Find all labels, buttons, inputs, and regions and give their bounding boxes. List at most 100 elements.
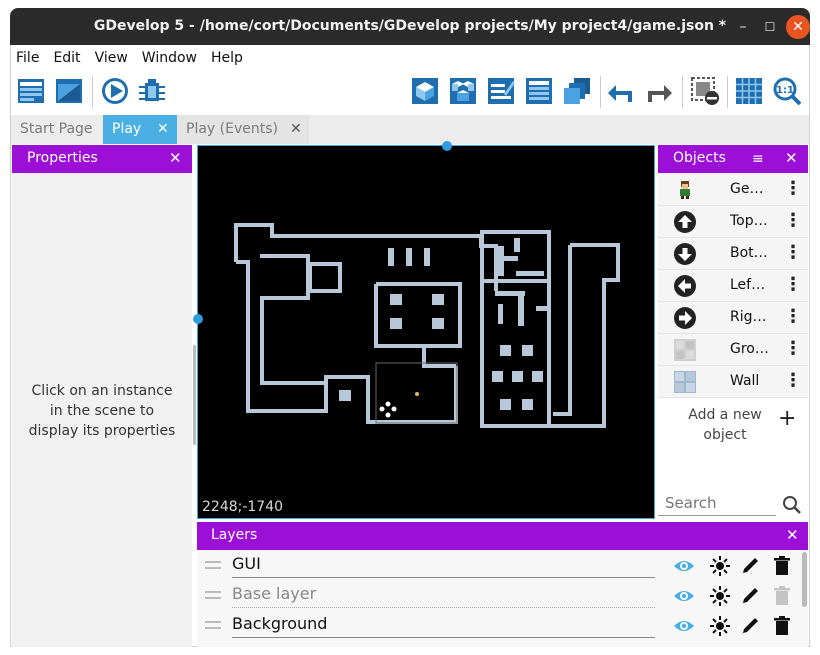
edit-pencil-icon[interactable] [740, 616, 762, 636]
object-name: Bot… [730, 245, 768, 261]
add-icon[interactable]: + [778, 406, 796, 431]
more-vert-icon[interactable]: ⋮ [784, 274, 802, 295]
delete-trash-icon [774, 586, 790, 605]
properties-close-icon[interactable]: ✕ [169, 149, 182, 167]
grid-icon[interactable] [734, 76, 764, 106]
visibility-eye-icon[interactable] [673, 556, 695, 576]
layers-list: GUI Base layer Background [197, 550, 808, 647]
object-item-right[interactable]: Rig… ⋮ [658, 302, 808, 334]
menu-edit[interactable]: Edit [53, 50, 80, 68]
object-name: Ge… [730, 181, 764, 197]
visibility-eye-icon[interactable] [673, 586, 695, 606]
more-vert-icon[interactable]: ⋮ [784, 242, 802, 263]
tab-play-events[interactable]: Play (Events) ✕ [177, 115, 309, 144]
window-title: GDevelop 5 - /home/cort/Documents/GDevel… [93, 18, 727, 34]
object-editor-icon[interactable] [410, 76, 440, 106]
svg-text:1:1: 1:1 [776, 85, 794, 96]
wall-pillar [536, 306, 548, 311]
wall-segment [260, 254, 326, 385]
ground-block [492, 371, 503, 382]
zoom-1to1-icon[interactable]: 1:1 [772, 76, 802, 106]
scene-canvas[interactable]: 2248;-1740 [197, 145, 655, 519]
lighting-icon[interactable] [709, 556, 731, 576]
object-item-ground[interactable]: Gro… ⋮ [658, 334, 808, 366]
more-vert-icon[interactable]: ⋮ [784, 306, 802, 327]
wall-pillar [498, 256, 518, 261]
arrow-down-icon [674, 243, 696, 265]
properties-title: Properties [27, 150, 98, 166]
object-item-bottom[interactable]: Bot… ⋮ [658, 238, 808, 270]
wall-pillar [388, 248, 394, 266]
tab-play-events-close-icon[interactable]: ✕ [290, 115, 302, 144]
resize-handle-left[interactable] [193, 314, 203, 324]
layers-close-icon[interactable]: ✕ [786, 526, 799, 544]
objects-list: Ge… ⋮ Top… ⋮ Bot… ⋮ Lef… ⋮ Rig… ⋮ Gro… ⋮ [658, 174, 808, 398]
maximize-button[interactable]: ☐ [758, 15, 782, 39]
objects-close-icon[interactable]: ✕ [785, 149, 798, 167]
more-vert-icon[interactable]: ⋮ [784, 178, 802, 199]
visibility-eye-icon[interactable] [673, 616, 695, 636]
add-object-button[interactable]: Add a new object + [658, 398, 808, 448]
object-item-left[interactable]: Lef… ⋮ [658, 270, 808, 302]
ground-block [532, 371, 543, 382]
object-groups-icon[interactable] [448, 76, 478, 106]
menu-help[interactable]: Help [211, 50, 243, 68]
ground-block [339, 390, 351, 401]
tab-start-page[interactable]: Start Page [11, 115, 103, 144]
layers-scrollbar[interactable] [802, 552, 807, 607]
resize-handle-top[interactable] [442, 141, 452, 151]
scene-editor-icon[interactable] [54, 76, 84, 106]
drag-handle-icon[interactable] [205, 561, 221, 569]
object-item-wall[interactable]: Wall ⋮ [658, 366, 808, 398]
wall-segment [553, 245, 572, 416]
delete-trash-icon[interactable] [771, 616, 793, 636]
ground-block [500, 399, 511, 410]
debugger-bug-icon[interactable] [137, 76, 167, 106]
drag-handle-icon[interactable] [205, 591, 221, 599]
layer-name-field[interactable]: GUI [232, 554, 655, 578]
clear-selection-icon[interactable] [690, 76, 720, 106]
preview-play-icon[interactable] [100, 76, 130, 106]
close-window-button[interactable]: ✕ [786, 15, 810, 39]
layer-name-field[interactable]: Background [232, 614, 655, 638]
lighting-icon[interactable] [709, 586, 731, 606]
wall-tile-icon [674, 371, 696, 393]
objects-title: Objects [673, 150, 726, 166]
menu-file[interactable]: File [16, 50, 39, 68]
project-manager-icon[interactable] [16, 76, 46, 106]
search-icon[interactable] [782, 495, 802, 515]
delete-trash-icon[interactable] [771, 556, 793, 576]
toolbar-separator [92, 76, 93, 108]
tab-play-close-icon[interactable]: ✕ [157, 115, 169, 144]
tab-play-events-label: Play (Events) [186, 121, 278, 137]
minimize-button[interactable]: – [731, 15, 755, 39]
more-vert-icon[interactable]: ⋮ [784, 338, 802, 359]
properties-empty-message: Click on an instance in the scene to dis… [28, 383, 176, 439]
redo-icon[interactable] [644, 76, 674, 106]
player-character [415, 392, 419, 396]
tab-play[interactable]: Play ✕ [103, 115, 177, 144]
menu-view[interactable]: View [95, 50, 128, 68]
menu-window[interactable]: Window [142, 50, 197, 68]
drag-handle-icon[interactable] [205, 621, 221, 629]
panel-splitter[interactable] [193, 345, 196, 445]
level-layout [234, 223, 620, 428]
layer-name-field[interactable]: Base layer [232, 584, 655, 608]
object-item-general[interactable]: Ge… ⋮ [658, 174, 808, 206]
edit-pencil-icon[interactable] [740, 586, 762, 606]
filter-icon[interactable]: ≡ [752, 151, 764, 167]
properties-edit-icon[interactable] [486, 76, 516, 106]
layers-icon[interactable] [562, 76, 592, 106]
ground-block [512, 371, 523, 382]
lighting-icon[interactable] [709, 616, 731, 636]
more-vert-icon[interactable]: ⋮ [784, 210, 802, 231]
object-name: Wall [730, 373, 760, 389]
properties-panel: Click on an instance in the scene to dis… [12, 173, 192, 647]
toolbar-separator [682, 76, 683, 108]
undo-icon[interactable] [606, 76, 636, 106]
search-input[interactable] [658, 490, 776, 516]
more-vert-icon[interactable]: ⋮ [784, 370, 802, 391]
object-item-top[interactable]: Top… ⋮ [658, 206, 808, 238]
edit-pencil-icon[interactable] [740, 556, 762, 576]
instances-list-icon[interactable] [524, 76, 554, 106]
